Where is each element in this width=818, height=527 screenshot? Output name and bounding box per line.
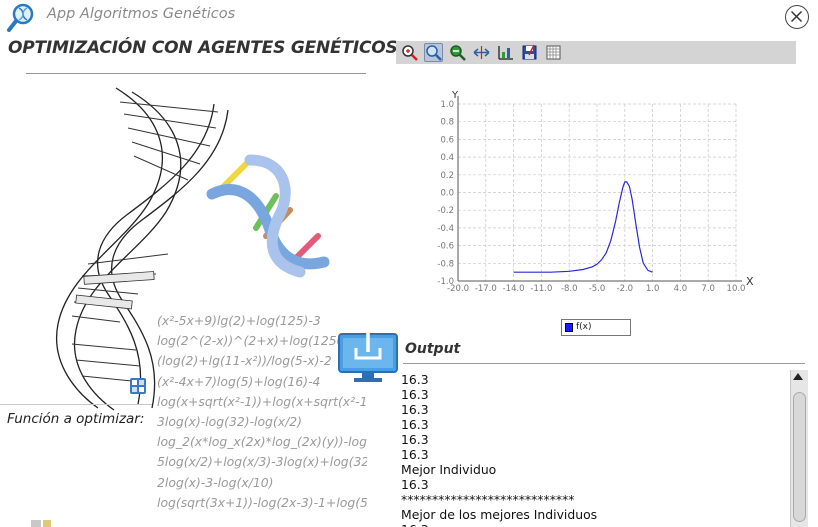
fit-icon[interactable] — [472, 43, 491, 62]
y-axis-label: Y — [451, 90, 459, 101]
output-line: 16.3 — [401, 522, 789, 527]
x-tick-label: -14.0 — [503, 284, 525, 294]
output-label: Output — [405, 341, 461, 357]
y-tick-label: -0.6 — [437, 242, 454, 252]
monitor-upload-icon[interactable] — [336, 322, 400, 384]
x-tick-label: 7.0 — [701, 284, 715, 294]
close-button[interactable] — [785, 5, 809, 29]
x-tick-label: -17.0 — [475, 284, 497, 294]
y-tick-label: 0.8 — [440, 118, 454, 128]
close-icon — [790, 10, 803, 23]
title-divider — [26, 73, 366, 74]
output-line: 16.3 — [401, 432, 429, 447]
legend-swatch — [565, 323, 573, 332]
y-tick-label: 1.0 — [440, 100, 454, 110]
formula-item[interactable]: log_2(x*log_x(2x)*log_(2x)(y))-log_x(x²) — [157, 432, 367, 452]
formula-item[interactable]: 3log(x)-log(32)-log(x/2) — [157, 412, 367, 432]
chart-grid — [457, 103, 737, 282]
output-line: 16.3 — [401, 402, 429, 417]
series-line — [513, 181, 653, 273]
save-icon[interactable] — [520, 43, 539, 62]
formula-item[interactable]: log(x+sqrt(x²-1))+log(x+sqrt(x²-1)) — [157, 392, 367, 412]
chart-axes — [457, 96, 742, 282]
zoom-icon[interactable] — [424, 43, 443, 62]
dna-color-icon — [206, 154, 330, 278]
y-tick-label: -0.4 — [437, 224, 454, 234]
output-line: 16.3 — [401, 477, 429, 492]
output-line: 16.3 — [401, 417, 429, 432]
zoom-out-icon[interactable] — [448, 43, 467, 62]
chart-legend: f(x) — [561, 319, 631, 336]
y-tick-label: -0.8 — [437, 259, 454, 269]
function-divider — [0, 404, 152, 405]
x-tick-labels: -20.0 -17.0 -14.0 -11.0 -8.0 -5.0 -2.0 1.0 4.0 7.… — [447, 284, 745, 294]
x-tick-label: 4.0 — [674, 284, 688, 294]
top-strip — [0, 0, 818, 4]
x-tick-label: -5.0 — [589, 284, 606, 294]
x-axis-label: X — [746, 275, 754, 288]
function-label: Función a optimizar: — [7, 411, 145, 427]
y-tick-label: 0.6 — [440, 135, 454, 145]
output-line: Mejor de los mejores Individuos — [401, 507, 598, 522]
output-divider — [403, 363, 805, 364]
y-tick-label: 0.4 — [440, 153, 454, 163]
output-line: 16.3 — [401, 387, 429, 402]
x-tick-label: -8.0 — [561, 284, 578, 294]
chart-toolbar — [396, 41, 796, 64]
x-tick-label: -2.0 — [617, 284, 634, 294]
grid-icon[interactable] — [544, 43, 563, 62]
app-magnifier-icon — [7, 3, 34, 32]
output-scrollbar[interactable] — [790, 370, 808, 527]
y-tick-label: 0.0 — [440, 189, 454, 199]
formula-item[interactable]: log(sqrt(3x+1))-log(2x-3)-1+log(5) — [157, 493, 367, 513]
scroll-up-icon[interactable] — [793, 373, 803, 380]
formula-item[interactable]: 2log(x)-3-log(x/10) — [157, 473, 367, 493]
output-line: 16.3 — [401, 372, 429, 387]
x-tick-label: 10.0 — [727, 284, 746, 294]
legend-label: f(x) — [576, 322, 592, 332]
output-line: Mejor Individuo — [401, 462, 497, 477]
window-title: App Algoritmos Genéticos — [47, 6, 236, 22]
chart-series — [513, 181, 653, 273]
x-tick-label: -11.0 — [530, 284, 552, 294]
zoom-in-icon[interactable] — [400, 43, 419, 62]
page-title: OPTIMIZACIÓN CON AGENTES GENÉTICOS — [8, 38, 398, 58]
x-tick-label: 1.0 — [646, 284, 660, 294]
output-line: 16.3 — [401, 447, 429, 462]
calculator-icon[interactable] — [129, 377, 147, 395]
y-tick-labels: -1.0 -0.8 -0.6 -0.4 -0.2 0.0 0.2 0.4 0.6 0.8 1.0 — [437, 100, 454, 287]
bottom-partial-icon — [31, 520, 51, 527]
y-tick-label: 0.2 — [440, 171, 454, 181]
axes-icon[interactable] — [496, 43, 515, 62]
y-tick-label: -0.2 — [437, 206, 454, 216]
formula-item[interactable]: 5log(x/2)+log(x/3)-3log(x)+log(32/9) — [157, 452, 367, 472]
output-console[interactable]: 16.3 16.3 16.3 16.3 16.3 16.3 Mejor Individuo 1… — [401, 370, 789, 527]
function-chart: -20.0 -17.0 -14.0 -11.0 -8.0 -5.0 -2.0 1.0 4.0 7.… — [437, 90, 754, 294]
scroll-thumb[interactable] — [793, 392, 806, 522]
y-tick-label: -1.0 — [437, 277, 454, 287]
output-line: **************************** — [401, 492, 575, 507]
